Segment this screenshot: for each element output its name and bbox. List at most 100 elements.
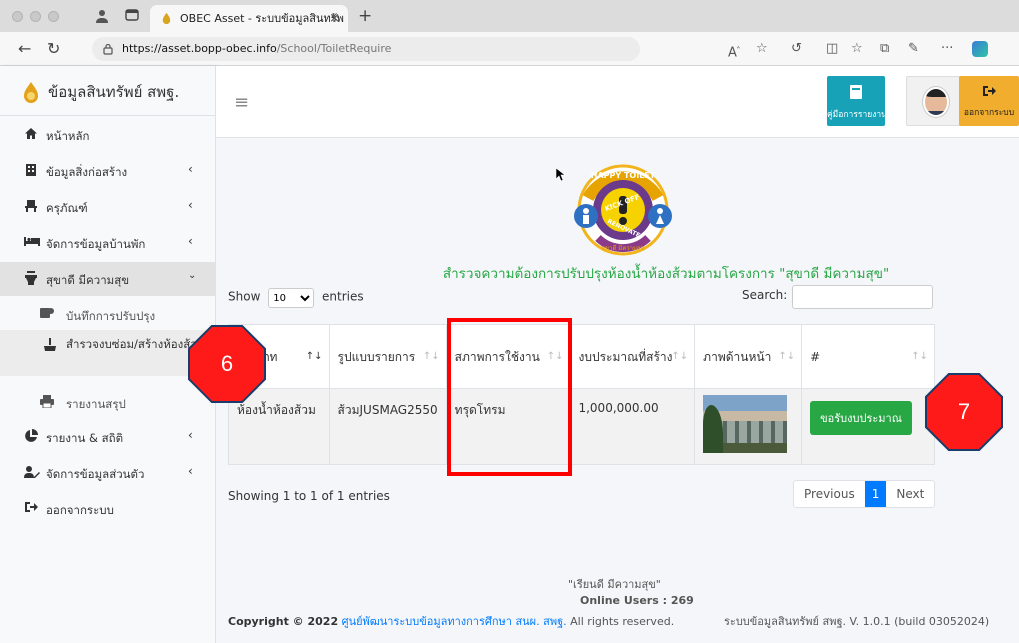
data-table: ประเภท↑↓ รูปแบบรายการ↑↓ สภาพการใช้งาน↑↓ … xyxy=(228,324,935,465)
request-budget-button[interactable]: ขอรับงบประมาณ xyxy=(810,401,912,435)
sidebar: ข้อมูลสินทรัพย์ สพฐ. หน้าหลัก ข้อมูลสิ่ง… xyxy=(0,66,216,643)
sort-icon: ↑↓ xyxy=(911,351,928,362)
column-header-photo[interactable]: ภาพด้านหน้า ↑↓ xyxy=(694,324,803,389)
sidebar-item-reports-stats[interactable]: รายงาน & สถิติ ‹ xyxy=(0,420,215,454)
browser-tab-active[interactable]: OBEC Asset - ระบบข้อมูลสินทรัพ × xyxy=(150,5,348,32)
bed-icon xyxy=(24,235,40,249)
online-users: Online Users : 269 xyxy=(580,594,694,607)
sign-out-icon xyxy=(959,84,1019,102)
sidebar-item-toilet-survey[interactable]: สำรวจงบซ่อม/สร้างห้องส้วม xyxy=(0,330,215,376)
split-screen-icon[interactable]: ◫ xyxy=(826,40,838,58)
copyright-text: Copyright © 2022 xyxy=(228,615,339,628)
page-1-button[interactable]: 1 xyxy=(864,481,887,507)
new-tab-icon[interactable]: + xyxy=(358,6,372,26)
logout-button[interactable]: ออกจากระบบ xyxy=(959,76,1019,126)
previous-page-button[interactable]: Previous xyxy=(794,481,865,507)
brand-title: ข้อมูลสินทรัพย์ สพฐ. xyxy=(48,83,180,101)
user-edit-icon xyxy=(24,465,40,479)
sidebar-item-home[interactable]: หน้าหลัก xyxy=(0,118,215,152)
column-header-action[interactable]: # ↑↓ xyxy=(801,324,935,389)
sidebar-item-label: จัดการข้อมูลส่วนตัว xyxy=(46,467,145,481)
close-tab-icon[interactable]: × xyxy=(329,5,340,32)
search-label: Search: xyxy=(742,288,788,302)
extensions-icon[interactable]: ✎ xyxy=(908,40,919,58)
cell-budget: 1,000,000.00 xyxy=(569,388,696,465)
sidebar-item-label: ครุภัณฑ์ xyxy=(46,201,88,215)
profile-icon[interactable] xyxy=(94,8,110,24)
sidebar-item-logout[interactable]: ออกจากระบบ xyxy=(0,492,215,526)
column-header-budget[interactable]: งบประมาณที่สร้าง ↑↓ xyxy=(569,324,696,389)
sidebar-item-housing[interactable]: จัดการข้อมูลบ้านพัก ‹ xyxy=(0,226,215,260)
hamburger-menu-icon[interactable]: ≡ xyxy=(234,92,249,113)
building-icon xyxy=(24,163,38,177)
show-label: Show xyxy=(228,289,261,304)
copilot-icon[interactable] xyxy=(972,41,988,57)
mouse-cursor-icon xyxy=(556,168,566,182)
manual-button[interactable]: คู่มือการรายงาน xyxy=(827,76,887,126)
brand[interactable]: ข้อมูลสินทรัพย์ สพฐ. xyxy=(0,66,215,116)
sidebar-item-label: ออกจากระบบ xyxy=(46,503,114,517)
sidebar-item-profile[interactable]: จัดการข้อมูลส่วนตัว ‹ xyxy=(0,456,215,490)
chevron-down-icon: ⌄ xyxy=(188,270,197,281)
broom-icon xyxy=(42,338,56,352)
sidebar-item-equipment[interactable]: ครุภัณฑ์ ‹ xyxy=(0,190,215,224)
highlight-box-condition xyxy=(447,318,572,476)
reload-icon[interactable]: ↻ xyxy=(47,39,60,59)
sort-icon: ↑↓ xyxy=(422,351,440,362)
home-icon xyxy=(24,127,38,141)
sidebar-item-label: ข้อมูลสิ่งก่อสร้าง xyxy=(46,165,128,179)
toilet-icon xyxy=(24,271,38,285)
page-size-select[interactable]: 10 xyxy=(268,288,315,308)
sidebar-item-happy-toilet[interactable]: สุขาดี มีความสุข ⌄ xyxy=(0,262,215,296)
browser-tab-bar: OBEC Asset - ระบบข้อมูลสินทรัพ × + xyxy=(0,0,1019,32)
sidebar-item-renovation-log[interactable]: บันทึกการปรับปรุง xyxy=(0,298,215,332)
tab-sidebar-icon[interactable] xyxy=(124,8,140,24)
sort-icon: ↑↓ xyxy=(305,351,323,362)
cell-action: ขอรับงบประมาณ xyxy=(801,388,935,465)
window-close-control[interactable] xyxy=(12,11,23,22)
sidebar-item-summary-report[interactable]: รายงานสรุป xyxy=(0,386,215,420)
logout-label: ออกจากระบบ xyxy=(963,108,1015,118)
table-header-row: ประเภท↑↓ รูปแบบรายการ↑↓ สภาพการใช้งาน↑↓ … xyxy=(228,324,935,389)
logo-top-text: HAPPY TOILET xyxy=(591,171,656,180)
browser-toolbar: ← ↻ https://asset.bopp-obec.info/School/… xyxy=(0,32,1019,66)
user-avatar-button[interactable] xyxy=(906,76,964,126)
collections-icon[interactable]: ⧉ xyxy=(880,40,889,58)
toilet-paper-icon xyxy=(40,307,54,321)
top-navbar: ≡ คู่มือการรายงาน ออกจากระบบ xyxy=(216,66,1019,138)
read-aloud-icon[interactable]: Aᴬ xyxy=(728,40,740,62)
sidebar-item-label: สำรวจงบซ่อม/สร้างห้องส้วม xyxy=(66,337,205,351)
brand-logo-icon xyxy=(24,82,38,103)
table-info: Showing 1 to 1 of 1 entries xyxy=(228,489,390,503)
favorites-icon[interactable]: ☆ xyxy=(851,40,863,58)
sidebar-item-buildings[interactable]: ข้อมูลสิ่งก่อสร้าง ‹ xyxy=(0,154,215,188)
address-bar[interactable]: https://asset.bopp-obec.info/School/Toil… xyxy=(92,37,640,61)
cell-photo xyxy=(694,388,803,465)
sidebar-item-label: รายงานสรุป xyxy=(66,397,126,411)
footer-slogan: "เรียนดี มีความสุข" xyxy=(568,578,661,591)
search-input[interactable] xyxy=(792,285,933,309)
window-zoom-control[interactable] xyxy=(48,11,59,22)
next-page-button[interactable]: Next xyxy=(886,481,934,507)
data-table-wrapper: ประเภท↑↓ รูปแบบรายการ↑↓ สภาพการใช้งาน↑↓ … xyxy=(228,324,935,465)
print-icon xyxy=(40,395,54,409)
chevron-left-icon: ‹ xyxy=(188,162,193,176)
copyright-link[interactable]: ศูนย์พัฒนาระบบข้อมูลทางการศึกษา สนผ. สพฐ… xyxy=(342,615,567,628)
column-header-model[interactable]: รูปแบบรายการ ↑↓ xyxy=(328,324,447,389)
sidebar-item-label: สุขาดี มีความสุข xyxy=(46,273,130,287)
sort-icon: ↑↓ xyxy=(671,351,689,362)
sidebar-item-label: หน้าหลัก xyxy=(46,129,90,143)
sidebar-item-label: รายงาน & สถิติ xyxy=(46,431,124,445)
more-options-icon[interactable]: ··· xyxy=(941,40,953,58)
chevron-left-icon: ‹ xyxy=(188,198,193,212)
favorite-star-icon[interactable]: ☆ xyxy=(756,40,768,58)
cell-model: ส้วมJUSMAG2550 xyxy=(328,388,447,465)
building-front-photo[interactable] xyxy=(703,395,788,453)
table-row: ห้องน้ำห้องส้วม ส้วมJUSMAG2550 ทรุดโทรม … xyxy=(228,388,935,465)
url-host: https://asset.bopp-obec.info xyxy=(122,42,277,55)
back-icon[interactable]: ← xyxy=(18,39,31,59)
refresh-extension-icon[interactable]: ↺ xyxy=(791,40,802,58)
happy-toilet-logo: HAPPY TOILET KICK OFF RENOVATE สุขาดี มี… xyxy=(568,158,678,258)
window-minimize-control[interactable] xyxy=(30,11,41,22)
book-icon xyxy=(827,84,885,104)
